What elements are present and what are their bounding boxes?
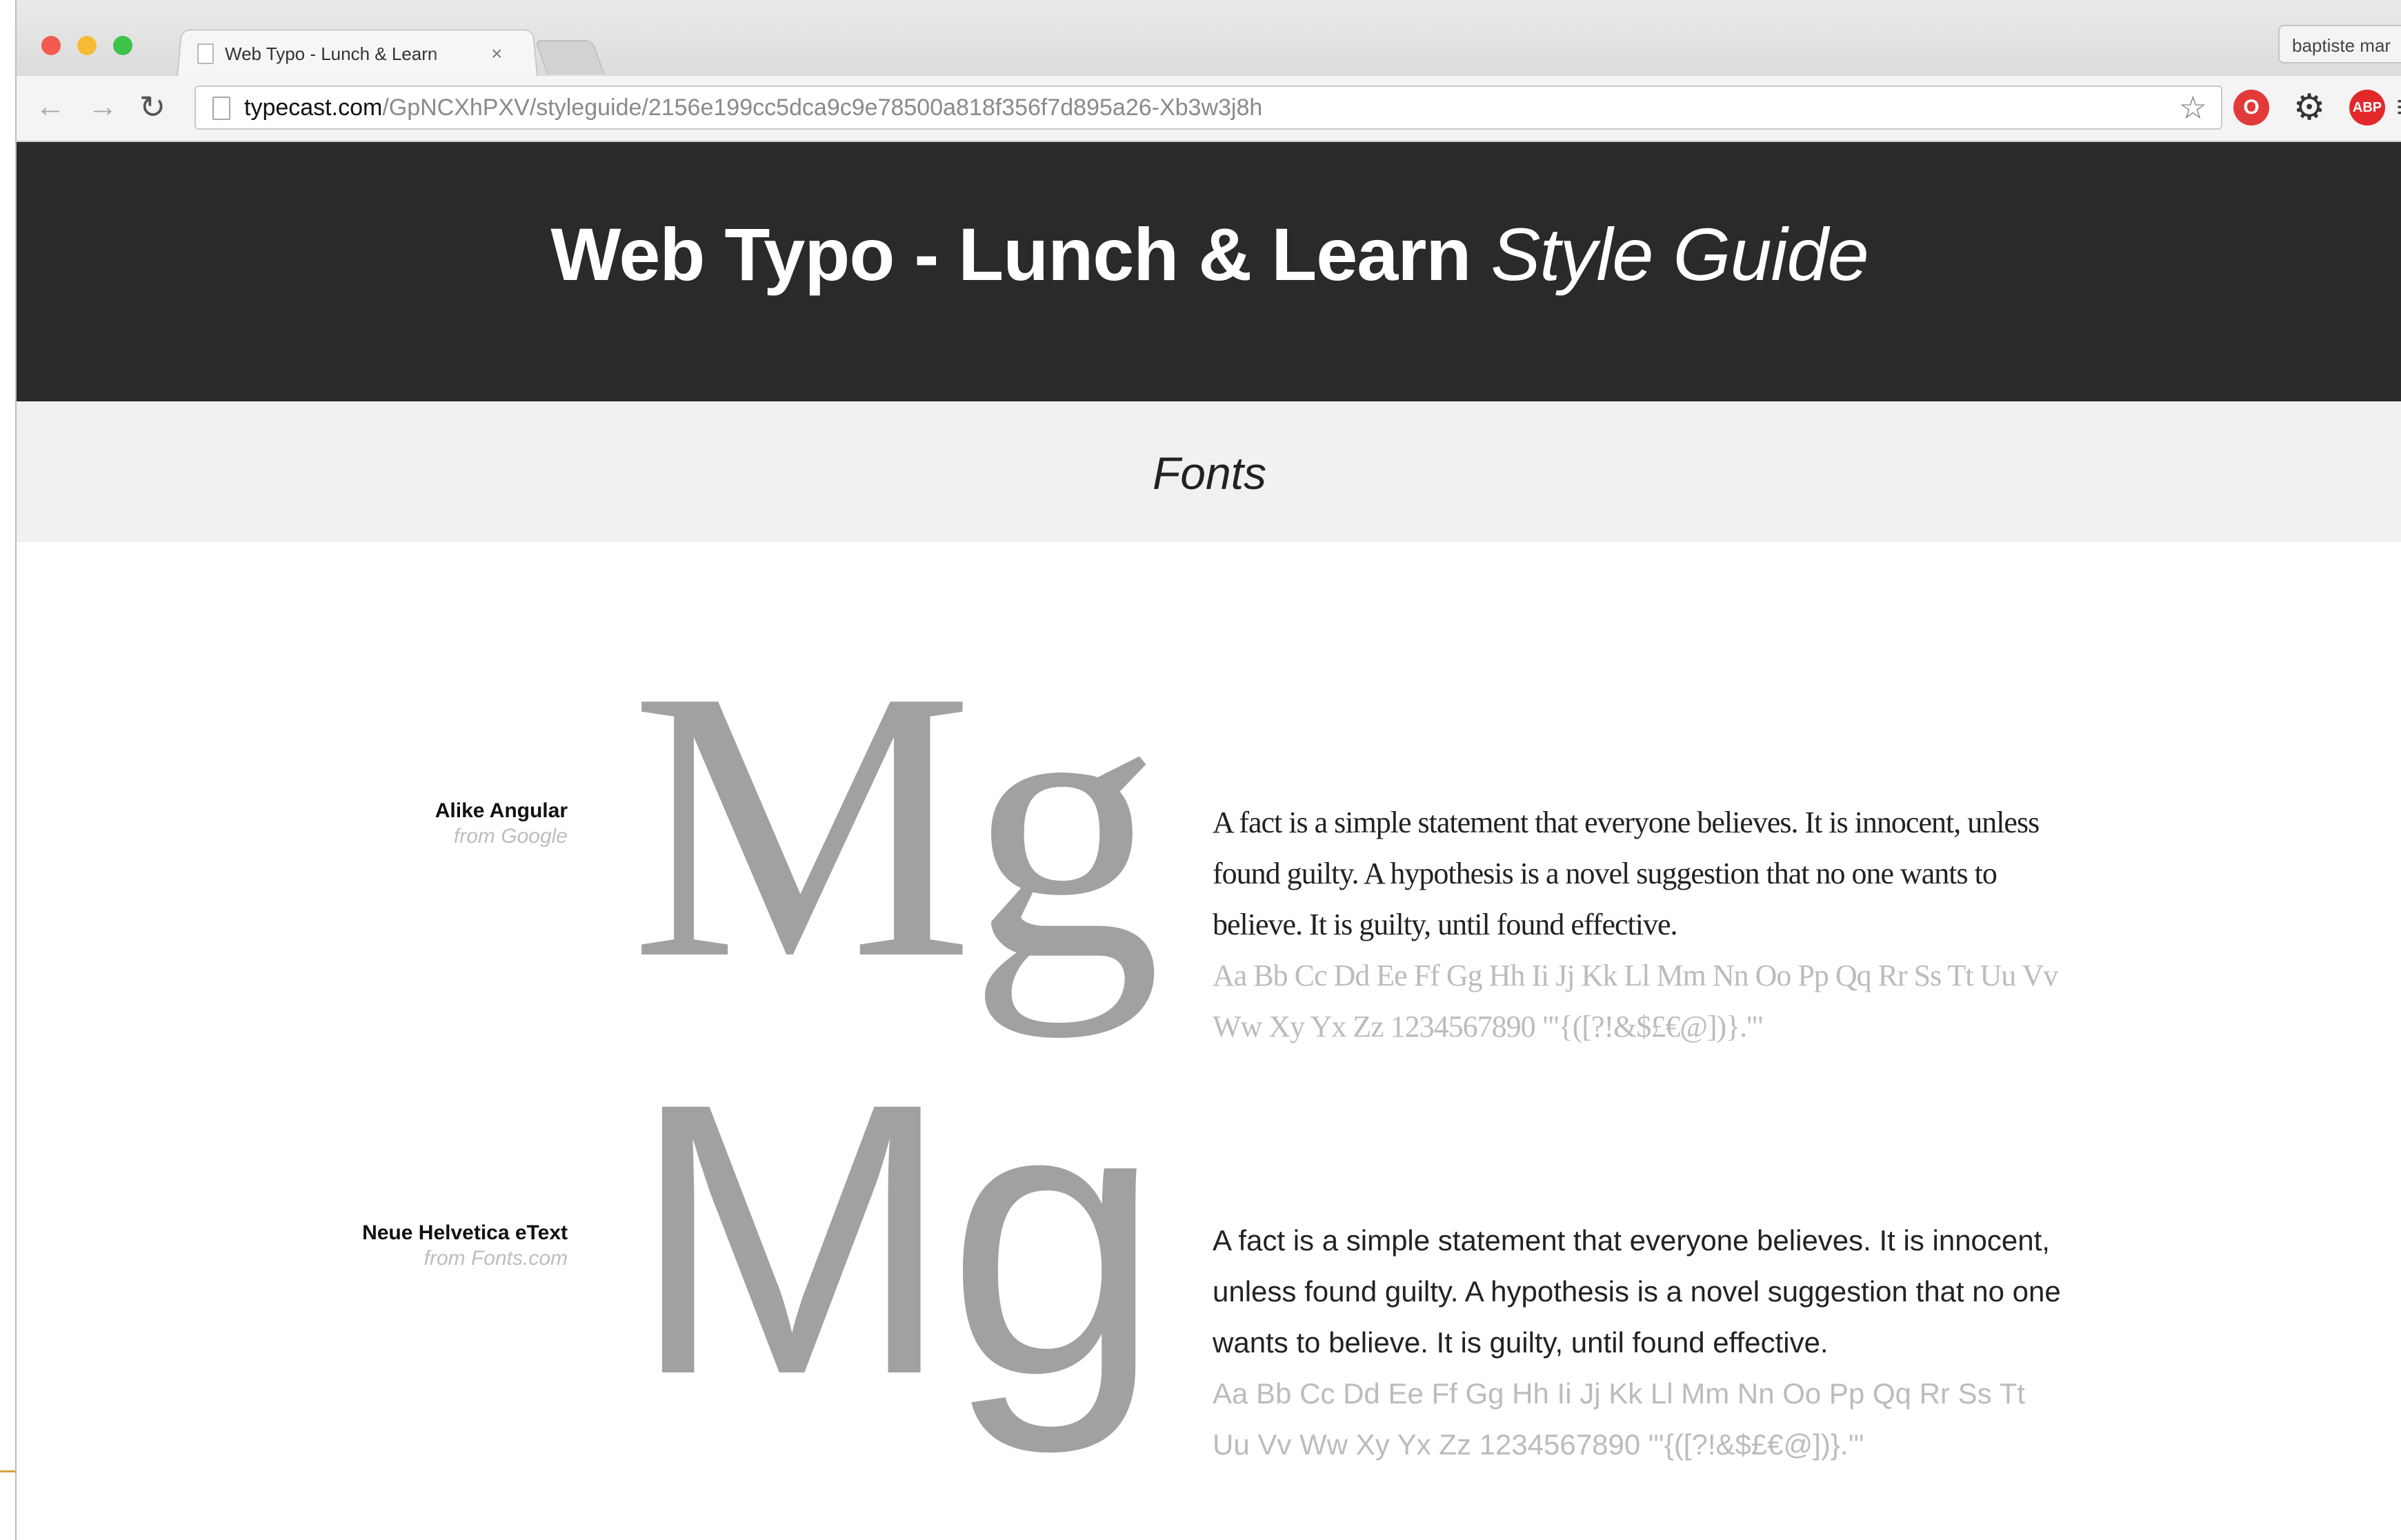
forward-arrow-icon[interactable]: → (86, 90, 120, 124)
page-title: Web Typo - Lunch & Learn Style Guide (17, 211, 2401, 297)
header-banner: Web Typo - Lunch & Learn Style Guide (17, 142, 2401, 401)
opera-extension-icon[interactable]: O (2233, 90, 2269, 126)
adblock-extension-icon[interactable]: ABP (2349, 90, 2385, 126)
page-favicon-icon (197, 43, 214, 64)
edge-rule (0, 1470, 15, 1472)
close-window-button[interactable] (41, 36, 61, 55)
font-source: from Google (453, 825, 568, 848)
address-url[interactable]: typecast.com/GpNCXhPXV/styleguide/2156e1… (244, 87, 1262, 128)
page-info-icon[interactable] (212, 97, 230, 120)
toolbar: ← → ↻ typecast.com/GpNCXhPXV/styleguide/… (17, 76, 2401, 142)
page-content: Web Typo - Lunch & Learn Style Guide Fon… (17, 142, 2401, 1540)
reload-icon[interactable]: ↻ (135, 90, 170, 124)
font-specimen: Alike Angular from Google Mg A fact is a… (17, 611, 2401, 1043)
font-label: Neue Helvetica eText from Fonts.com (319, 1221, 568, 1272)
active-tab-content[interactable]: Web Typo - Lunch & Learn × (197, 39, 528, 69)
minimize-window-button[interactable] (77, 36, 97, 55)
bookmark-star-icon[interactable]: ☆ (2179, 90, 2207, 126)
address-bar[interactable]: typecast.com/GpNCXhPXV/styleguide/2156e1… (195, 86, 2222, 130)
section-title: Fonts (1152, 448, 1267, 499)
gear-icon[interactable]: ⚙ (2291, 90, 2327, 126)
profile-button[interactable]: baptiste mar (2278, 25, 2401, 63)
glyph-preview: Mg (630, 611, 1162, 1039)
url-host: typecast.com (244, 94, 383, 121)
glyph-preview: Mg (630, 1023, 1162, 1454)
back-arrow-icon[interactable]: ← (33, 90, 68, 124)
menu-icon[interactable]: ≡ (2396, 90, 2401, 126)
new-tab-button[interactable] (534, 40, 606, 74)
page-title-italic: Style Guide (1491, 212, 1869, 296)
sample-alphabet: Aa Bb Cc Dd Ee Ff Gg Hh Ii Jj Kk Ll Mm N… (1213, 959, 2058, 1043)
font-name: Alike Angular (435, 799, 568, 822)
outer-frame (0, 0, 15, 1540)
font-source: from Fonts.com (424, 1247, 568, 1270)
sample-paragraph: A fact is a simple statement that everyo… (1213, 806, 2040, 941)
tab-close-icon[interactable]: × (491, 44, 502, 63)
zoom-window-button[interactable] (113, 36, 132, 55)
url-path: /GpNCXhPXV/styleguide/2156e199cc5dca9c9e… (382, 94, 1263, 121)
font-sample: A fact is a simple statement that everyo… (1213, 797, 2068, 1052)
font-label: Alike Angular from Google (319, 799, 568, 850)
sample-paragraph: A fact is a simple statement that everyo… (1213, 1224, 2061, 1359)
tab-bar: Web Typo - Lunch & Learn × baptiste mar (17, 0, 2401, 77)
page-title-main: Web Typo - Lunch & Learn (550, 212, 1491, 296)
font-specimen: Neue Helvetica eText from Fonts.com Mg A… (17, 1025, 2401, 1473)
tab-title: Web Typo - Lunch & Learn (225, 43, 438, 64)
browser-window: Web Typo - Lunch & Learn × baptiste mar … (15, 0, 2401, 1540)
font-name: Neue Helvetica eText (362, 1221, 568, 1244)
sample-alphabet: Aa Bb Cc Dd Ee Ff Gg Hh Ii Jj Kk Ll Mm N… (1213, 1377, 2025, 1461)
section-header: Fonts (17, 401, 2401, 542)
font-sample: A fact is a simple statement that everyo… (1213, 1215, 2068, 1470)
